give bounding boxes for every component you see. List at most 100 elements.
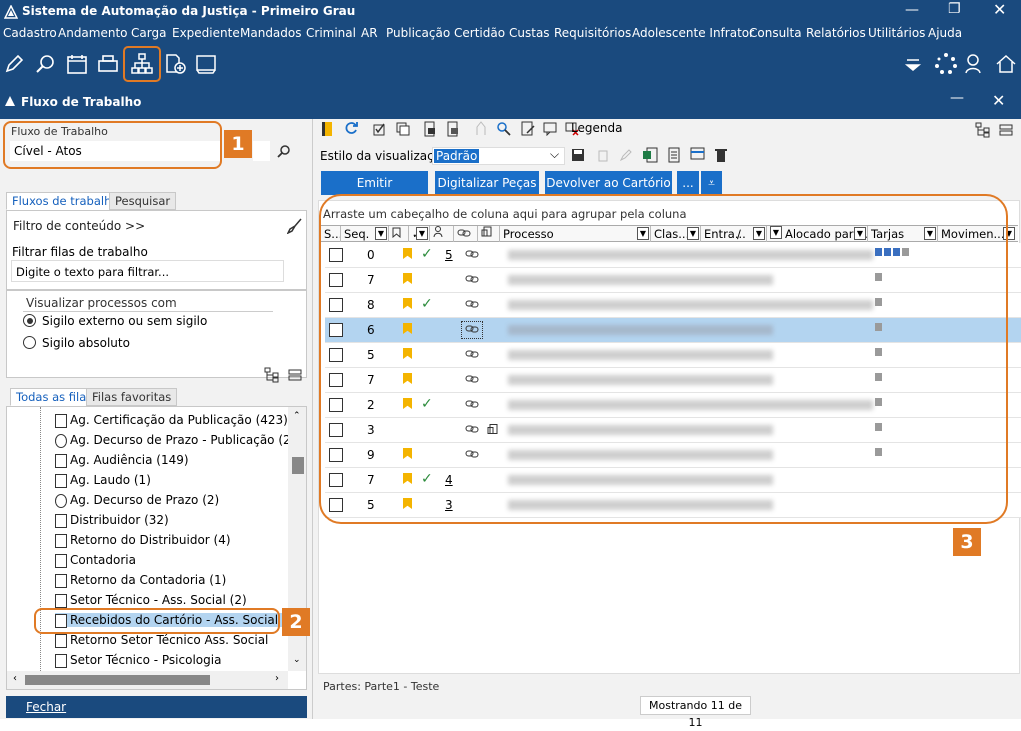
- emitir-expediente-button[interactable]: Emitir Expediente: [321, 171, 428, 214]
- menu-adolescente-infrator[interactable]: Adolescente Infrator: [632, 26, 754, 40]
- filter-box: Filtro de conteúdo >> Filtrar filas de t…: [6, 210, 307, 290]
- menu-requisitorios[interactable]: Requisitórios: [554, 26, 631, 40]
- queue-item[interactable]: Distribuidor (32): [55, 513, 169, 528]
- fechar-button[interactable]: Fechar: [6, 696, 307, 718]
- search-icon[interactable]: [277, 144, 291, 158]
- grid-settings-icon[interactable]: [690, 147, 706, 163]
- devolver-cartorio-button[interactable]: Devolver ao Cartório: [545, 171, 672, 195]
- loading-spinner-icon: [935, 53, 957, 74]
- queue-item[interactable]: Setor Técnico - Ass. Social (2): [55, 593, 247, 608]
- menu-bar: Cadastro Andamento Carga Expediente Mand…: [0, 24, 1021, 44]
- menu-publicacao[interactable]: Publicação: [386, 26, 450, 40]
- menu-relatorios[interactable]: Relatórios: [806, 26, 866, 40]
- printer-icon[interactable]: [96, 52, 120, 76]
- badge-3: 3: [953, 528, 981, 556]
- lock-document-icon[interactable]: [423, 121, 437, 137]
- restore-icon[interactable]: ❐: [948, 1, 961, 17]
- document-list-icon[interactable]: [667, 147, 681, 163]
- badge-2: 2: [282, 608, 310, 636]
- menu-consulta[interactable]: Consulta: [749, 26, 802, 40]
- queue-item[interactable]: Ag. Decurso de Prazo (2): [55, 493, 219, 508]
- window-title: Sistema de Automação da Justiça - Primei…: [22, 4, 356, 18]
- queue-item[interactable]: Ag. Certificação da Publicação (423): [55, 413, 288, 428]
- queue-hscrollbar[interactable]: ‹ ›: [7, 671, 288, 689]
- brush-icon[interactable]: [287, 218, 303, 234]
- delete-disabled-icon: [598, 150, 608, 162]
- fluxo-label: Fluxo de Trabalho: [11, 125, 108, 138]
- export-excel-icon[interactable]: [642, 147, 658, 163]
- queue-item[interactable]: Retorno Setor Técnico Ass. Social: [55, 633, 268, 648]
- menu-utilitarios[interactable]: Utilitários: [868, 26, 925, 40]
- menu-certidao[interactable]: Certidão: [454, 26, 505, 40]
- fluxo-extra: [253, 141, 270, 161]
- tab-filas-favoritas[interactable]: Filas favoritas: [86, 388, 178, 406]
- queue-list: Ag. Certificação da Publicação (423) Ag.…: [6, 406, 307, 690]
- more-actions-button[interactable]: ...: [677, 171, 699, 195]
- menu-ajuda[interactable]: Ajuda: [928, 26, 962, 40]
- queue-item[interactable]: Retorno da Contadoria (1): [55, 573, 226, 588]
- radio-sigilo-externo[interactable]: [23, 314, 36, 327]
- app-logo-icon: [5, 96, 15, 106]
- document-edit-icon[interactable]: [521, 121, 535, 137]
- search-process-icon[interactable]: [34, 52, 58, 76]
- minimize-icon[interactable]: —: [950, 90, 964, 106]
- queue-item[interactable]: Ag. Decurso de Prazo - Publicação (25): [55, 433, 303, 448]
- unlock-document-icon[interactable]: [446, 121, 460, 137]
- queue-item[interactable]: Retorno do Distribuidor (4): [55, 533, 231, 548]
- menu-cadastro[interactable]: Cadastro: [3, 26, 57, 40]
- add-document-icon[interactable]: [163, 52, 187, 76]
- search-document-icon[interactable]: [496, 121, 512, 137]
- archive-icon[interactable]: [194, 52, 218, 76]
- tree-expand-icon[interactable]: [264, 367, 280, 383]
- partes-label: Partes: Parte1 - Teste: [323, 680, 440, 693]
- filtro-conteudo-link[interactable]: Filtro de conteúdo >>: [13, 219, 145, 233]
- menu-ar[interactable]: AR: [361, 26, 378, 40]
- menu-andamento[interactable]: Andamento: [58, 26, 128, 40]
- calendar-icon[interactable]: [65, 52, 89, 76]
- tree-expand-icon[interactable]: [975, 122, 991, 138]
- toolbar-dropdown-icon[interactable]: [901, 52, 925, 76]
- workflow-icon[interactable]: [130, 52, 154, 76]
- actions-dropdown-button[interactable]: ⩡: [701, 171, 722, 195]
- minimize-icon[interactable]: —: [905, 2, 919, 18]
- menu-expediente[interactable]: Expediente: [172, 26, 240, 40]
- bookmark-icon[interactable]: [320, 121, 334, 137]
- menu-carga[interactable]: Carga: [131, 26, 166, 40]
- user-search-icon[interactable]: [964, 52, 988, 76]
- tree-collapse-icon[interactable]: [999, 123, 1013, 137]
- tab-pesquisar[interactable]: Pesquisar: [109, 192, 177, 210]
- queue-item[interactable]: Ag. Audiência (149): [55, 453, 189, 468]
- app-logo-icon: [4, 5, 18, 19]
- home-user-icon[interactable]: [994, 52, 1018, 76]
- comment-icon[interactable]: [543, 122, 557, 136]
- copy-icon[interactable]: [396, 122, 410, 136]
- digitalizar-pecas-button[interactable]: Digitalizar Peças: [435, 171, 539, 195]
- left-panel: Fluxo de Trabalho Cível - Atos 1 Fluxos …: [0, 119, 313, 719]
- filtrar-input[interactable]: Digite o texto para filtrar...: [11, 260, 284, 282]
- refresh-icon[interactable]: [344, 121, 358, 135]
- trash-icon[interactable]: [714, 147, 728, 163]
- chevron-down-icon[interactable]: ⌵: [550, 147, 559, 162]
- menu-mandados[interactable]: Mandados: [240, 26, 302, 40]
- tab-fluxos[interactable]: Fluxos de trabalho: [6, 192, 125, 210]
- close-icon[interactable]: ✕: [992, 91, 1005, 110]
- filtrar-label: Filtrar filas de trabalho: [12, 245, 148, 259]
- estilo-select[interactable]: Padrão ⌵: [432, 147, 565, 165]
- close-icon[interactable]: ✕: [993, 0, 1006, 19]
- legenda-link[interactable]: Legenda: [571, 121, 622, 135]
- queue-highlight: [34, 608, 280, 634]
- tree-collapse-icon[interactable]: [288, 368, 302, 382]
- save-icon[interactable]: [571, 148, 585, 162]
- queue-item[interactable]: Contadoria: [55, 553, 136, 568]
- queue-item[interactable]: Setor Técnico - Psicologia: [55, 653, 221, 668]
- fluxo-select[interactable]: Cível - Atos: [10, 141, 220, 161]
- menu-custas[interactable]: Custas: [509, 26, 550, 40]
- workflow-window-header: Fluxo de Trabalho — ✕: [0, 86, 1021, 119]
- radio-sigilo-absoluto[interactable]: [23, 336, 36, 349]
- select-all-icon[interactable]: [373, 122, 387, 136]
- right-panel: Legenda Estilo da visualização Padrão ⌵ …: [313, 119, 1021, 729]
- queue-item[interactable]: Ag. Laudo (1): [55, 473, 151, 488]
- edit-icon[interactable]: [2, 52, 26, 76]
- menu-criminal[interactable]: Criminal: [306, 26, 356, 40]
- visualizar-divider: [23, 311, 273, 312]
